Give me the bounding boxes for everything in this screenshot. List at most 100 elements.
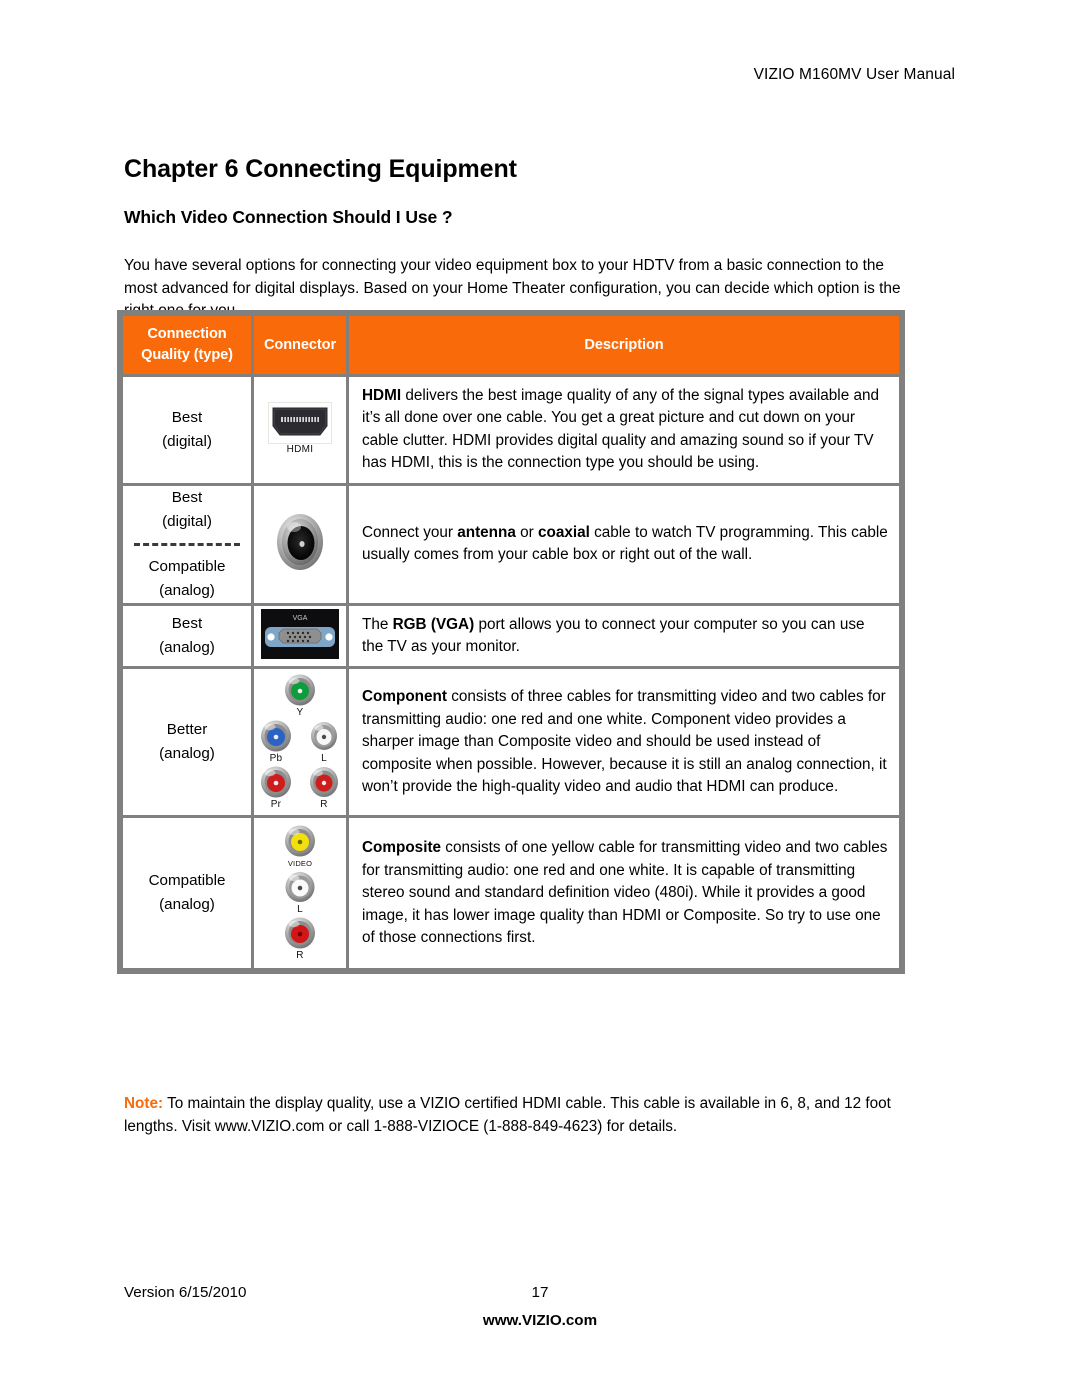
connector-cell-coax xyxy=(254,485,346,603)
description-keyword: coaxial xyxy=(538,523,590,541)
description-keyword: Composite xyxy=(362,839,442,857)
rca-jack-yellow-icon xyxy=(285,825,315,857)
description-text: The xyxy=(362,615,393,633)
composite-row-l: L xyxy=(282,870,318,916)
description-cell-composite: Composite consists of one yellow cable f… xyxy=(349,818,899,969)
note-label: Note: xyxy=(124,1095,164,1113)
description-cell-vga: The RGB (VGA) port allows you to connect… xyxy=(349,605,899,667)
composite-row-r: R xyxy=(282,916,318,962)
rca-jack-green-icon xyxy=(285,674,315,706)
footer-website: www.VIZIO.com xyxy=(482,1312,598,1329)
composite-connector-graphic: VIDEO L R xyxy=(282,818,318,968)
hdmi-port-icon xyxy=(268,402,332,445)
quality-line: Compatible xyxy=(148,557,226,575)
column-header-connector: Connector xyxy=(254,316,346,374)
connector-cell-vga: VGA xyxy=(254,605,346,667)
quality-line: (digital) xyxy=(162,512,212,530)
description-keyword: antenna xyxy=(457,523,516,541)
table-row: Compatible (analog) VIDEO L R Composite … xyxy=(123,818,899,969)
footer-page-number: 17 xyxy=(531,1284,549,1301)
table-row: Best (analog) VGA The RGB (VGA) port all… xyxy=(123,605,899,667)
document-page: VIZIO M160MV User Manual Chapter 6 Conne… xyxy=(0,0,1080,1397)
description-keyword: HDMI xyxy=(362,387,402,404)
rca-jack-pr: Pr xyxy=(258,765,294,811)
composite-row-video: VIDEO xyxy=(282,824,318,870)
quality-line: Compatible xyxy=(148,872,226,890)
description-keyword: RGB (VGA) xyxy=(392,615,475,633)
note-text: To maintain the display quality, use a V… xyxy=(124,1095,891,1135)
connection-table: Connection Quality (type) Connector Desc… xyxy=(117,310,905,975)
quality-cell-coax: Best (digital) Compatible (analog) xyxy=(123,485,251,603)
rca-jack-l: L xyxy=(306,719,342,765)
description-text: delivers the best image quality of any o… xyxy=(362,387,879,472)
svg-text:VGA: VGA xyxy=(293,615,308,622)
description-text: or xyxy=(515,523,538,541)
vga-connector-graphic: VGA xyxy=(261,608,339,659)
quality-line: (digital) xyxy=(162,432,212,450)
quality-line: (analog) xyxy=(159,896,215,914)
quality-cell-hdmi: Best (digital) xyxy=(123,377,251,483)
chapter-title: Chapter 6 Connecting Equipment xyxy=(124,154,517,183)
coaxial-port-icon xyxy=(277,513,323,570)
rca-jack-red-audio-icon xyxy=(310,767,338,798)
column-header-description: Description xyxy=(349,316,899,374)
description-keyword: Component xyxy=(362,688,447,706)
quality-cell-composite: Compatible (analog) xyxy=(123,818,251,969)
rca-label-pb: Pb xyxy=(269,753,283,765)
rca-jack-l-audio: L xyxy=(282,870,318,916)
vga-port-icon: VGA xyxy=(261,608,339,659)
rca-label-video: VIDEO xyxy=(287,859,313,869)
rca-jack-red-audio2-icon xyxy=(285,917,315,949)
description-text: Connect your xyxy=(362,523,458,541)
connector-cell-component: Y Pb L Pr R xyxy=(254,669,346,816)
rca-jack-video: VIDEO xyxy=(282,824,318,870)
component-row-y: Y xyxy=(258,673,342,719)
column-header-quality: Connection Quality (type) xyxy=(123,316,251,374)
rca-label-y: Y xyxy=(296,707,304,719)
rca-jack-r-audio: R xyxy=(282,916,318,962)
note-paragraph: Note: To maintain the display quality, u… xyxy=(124,1093,894,1138)
quality-cell-vga: Best (analog) xyxy=(123,605,251,667)
coaxial-connector-graphic xyxy=(271,505,329,579)
quality-line: Best xyxy=(171,408,203,426)
connector-cell-composite: VIDEO L R xyxy=(254,818,346,969)
rca-jack-white-icon xyxy=(311,722,337,751)
connector-cell-hdmi: HDMI xyxy=(254,377,346,483)
description-text: consists of one yellow cable for transmi… xyxy=(362,839,888,947)
component-row-pb-l: Pb L xyxy=(258,719,342,765)
quality-line: Best xyxy=(171,615,203,633)
rca-jack-blue-icon xyxy=(261,720,291,752)
column-header-quality-line1: Connection xyxy=(147,326,227,342)
rca-jack-r: R xyxy=(306,765,342,811)
rca-jack-pb: Pb xyxy=(258,719,294,765)
rca-jack-white-audio-icon xyxy=(285,872,315,903)
rca-label-l-audio: L xyxy=(297,904,303,916)
description-cell-component: Component consists of three cables for t… xyxy=(349,669,899,816)
quality-line: Best xyxy=(171,488,203,506)
table-row: Better (analog) Y Pb L Pr R Component co… xyxy=(123,669,899,816)
table-row: Best (digital) Compatible (analog) Conne… xyxy=(123,485,899,603)
rca-label-l: L xyxy=(321,753,327,765)
table-body: Best (digital) HDMI HDMI delivers the be… xyxy=(123,377,899,969)
hdmi-connector-label: HDMI xyxy=(286,444,314,456)
column-header-quality-line2: Quality (type) xyxy=(141,347,233,363)
running-header: VIZIO M160MV User Manual xyxy=(753,66,955,83)
quality-line: (analog) xyxy=(159,581,215,599)
quality-line: Better xyxy=(166,721,208,739)
rca-label-pr: Pr xyxy=(270,799,282,811)
component-row-pr-r: Pr R xyxy=(258,765,342,811)
quality-line: (analog) xyxy=(159,745,215,763)
rca-label-r-audio: R xyxy=(296,950,304,962)
rca-jack-y: Y xyxy=(282,673,318,719)
section-title: Which Video Connection Should I Use ? xyxy=(124,206,453,227)
quality-line: (analog) xyxy=(159,639,215,657)
hdmi-connector-graphic: HDMI xyxy=(268,402,332,456)
rca-label-r: R xyxy=(320,799,328,811)
component-connector-graphic: Y Pb L Pr R xyxy=(258,669,342,815)
rca-jack-red-icon xyxy=(261,766,291,798)
table-header-row: Connection Quality (type) Connector Desc… xyxy=(123,316,899,374)
table-row: Best (digital) HDMI HDMI delivers the be… xyxy=(123,377,899,483)
quality-cell-component: Better (analog) xyxy=(123,669,251,816)
description-cell-coax: Connect your antenna or coaxial cable to… xyxy=(349,485,899,603)
description-cell-hdmi: HDMI delivers the best image quality of … xyxy=(349,377,899,483)
